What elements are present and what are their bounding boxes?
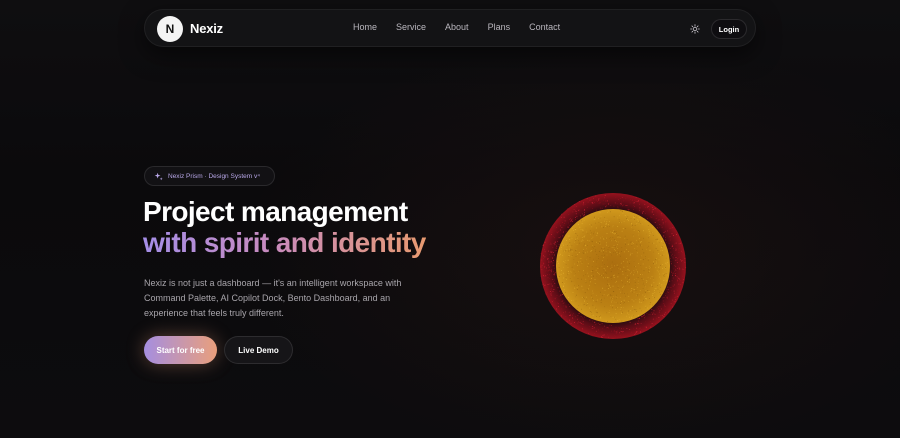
login-button[interactable]: Login [711, 19, 747, 39]
nav-link-about[interactable]: About [445, 22, 469, 32]
headline-line-1: Project management [143, 196, 408, 227]
headline-line-2: with spirit and identity [143, 227, 426, 258]
particle-orb [538, 191, 688, 341]
brand-name[interactable]: Nexiz [190, 21, 223, 36]
hero-description: Nexiz is not just a dashboard — it's an … [144, 278, 402, 318]
nav-links: Home Service About Plans Contact [353, 22, 579, 32]
nav-link-contact[interactable]: Contact [529, 22, 560, 32]
landing-page: N Nexiz Home Service About Plans Contact [0, 0, 900, 438]
nav-link-plans[interactable]: Plans [488, 22, 511, 32]
nav-link-service[interactable]: Service [396, 22, 426, 32]
start-free-button[interactable]: Start for free [144, 336, 217, 364]
badge-text: Nexiz Prism · Design System v⁴ [168, 172, 261, 180]
version-badge[interactable]: Nexiz Prism · Design System v⁴ [144, 166, 275, 186]
live-demo-button[interactable]: Live Demo [224, 336, 293, 364]
navbar: N Nexiz Home Service About Plans Contact [144, 9, 756, 47]
logo-badge[interactable]: N [157, 16, 183, 42]
sparkle-icon [154, 172, 163, 181]
nav-link-home[interactable]: Home [353, 22, 377, 32]
sun-icon[interactable] [689, 23, 701, 35]
